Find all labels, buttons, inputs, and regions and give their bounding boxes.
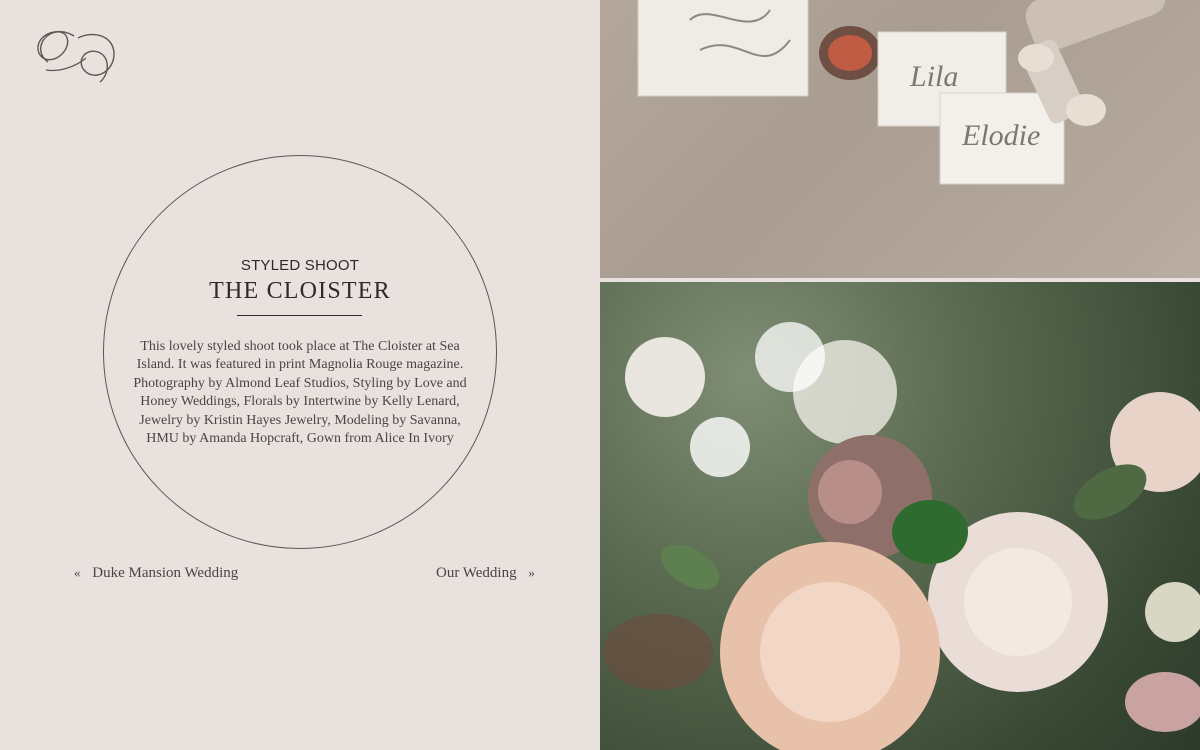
post-category: STYLED SHOOT <box>240 257 360 274</box>
place-card-name-2: Elodie <box>961 119 1040 152</box>
content-panel: STYLED SHOOT THE CLOISTER This lovely st… <box>0 0 600 750</box>
next-arrow-icon: » <box>528 565 535 580</box>
place-card-name-1: Lila <box>909 60 958 93</box>
photo-place-cards: Lila Elodie <box>600 0 1200 278</box>
florals-illustration <box>603 322 1200 750</box>
photo-florals <box>600 282 1200 750</box>
prev-arrow-icon: « <box>74 565 81 580</box>
place-cards-illustration: Lila Elodie <box>637 0 1166 185</box>
post-description: This lovely styled shoot took place at T… <box>133 339 467 447</box>
next-post-label[interactable]: Our Wedding <box>436 565 517 581</box>
next-post-link[interactable]: Our Wedding » <box>436 565 543 582</box>
title-divider <box>237 315 362 316</box>
prev-post-label[interactable]: Duke Mansion Wedding <box>92 565 238 581</box>
monogram-logo-icon[interactable] <box>28 24 124 100</box>
page-title: THE CLOISTER <box>209 278 391 304</box>
prev-post-link[interactable]: « Duke Mansion Wedding <box>66 565 238 582</box>
